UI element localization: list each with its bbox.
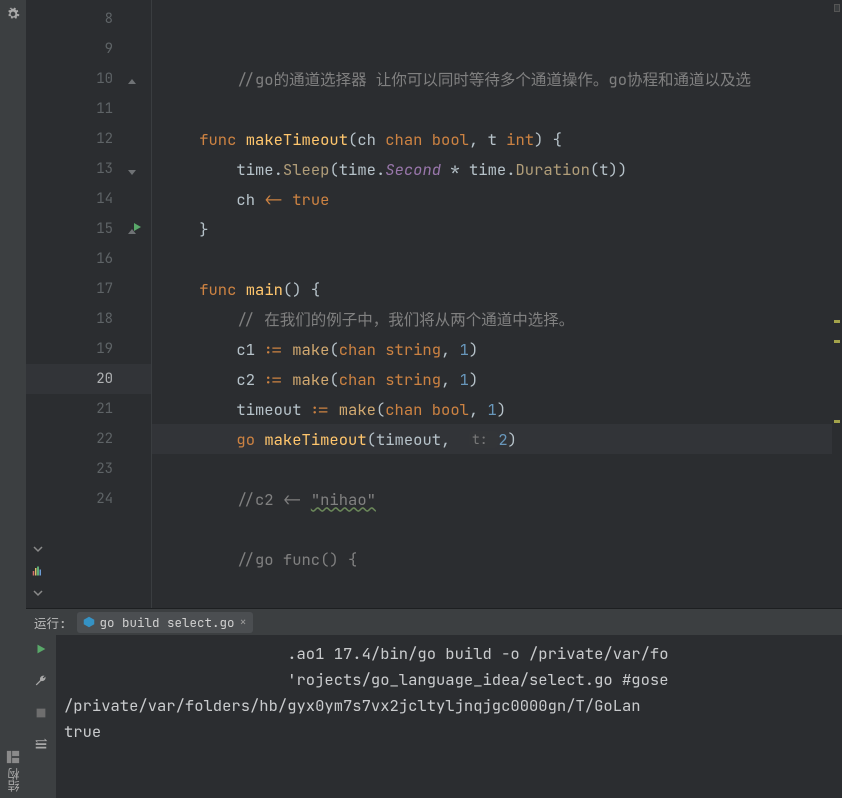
code-line[interactable]: //go的通道选择器 让你可以同时等待多个通道操作。go协程和通道以及选: [152, 64, 842, 94]
run-config-tab[interactable]: go build select.go ×: [77, 612, 253, 633]
line-number[interactable]: 23: [26, 454, 151, 484]
line-number[interactable]: 10: [26, 64, 151, 94]
fold-close-icon[interactable]: [127, 164, 137, 174]
code-line[interactable]: func main() {: [152, 274, 842, 304]
line-number[interactable]: 13: [26, 154, 151, 184]
structure-tab[interactable]: 结构: [5, 744, 22, 798]
chevron-down-icon[interactable]: [32, 584, 44, 604]
analyze-icon[interactable]: [32, 562, 44, 582]
line-number[interactable]: 9: [26, 34, 151, 64]
line-number[interactable]: 11: [26, 94, 151, 124]
run-gutter-icon[interactable]: [131, 220, 143, 238]
gear-icon[interactable]: [6, 6, 20, 26]
code-line[interactable]: [152, 454, 842, 484]
code-line[interactable]: [152, 94, 842, 124]
code-line[interactable]: ch <- true: [152, 184, 842, 214]
layout-icon[interactable]: [34, 737, 48, 757]
code-line[interactable]: go makeTimeout(timeout, t: 2): [152, 424, 842, 454]
code-editor[interactable]: 89101112131415161718192021222324 /: [26, 0, 842, 608]
stop-icon[interactable]: [34, 705, 48, 725]
code-line[interactable]: timeout := make(chan bool, 1): [152, 394, 842, 424]
rerun-icon[interactable]: [34, 641, 48, 661]
code-line[interactable]: func makeTimeout(ch chan bool, t int) {: [152, 124, 842, 154]
close-icon[interactable]: ×: [240, 614, 247, 630]
fold-open-icon[interactable]: [127, 74, 137, 84]
code-body[interactable]: //go的通道选择器 让你可以同时等待多个通道操作。go协程和通道以及选 fun…: [152, 0, 842, 608]
code-line[interactable]: [152, 244, 842, 274]
run-config-tab-label: go build select.go: [100, 614, 235, 631]
code-line[interactable]: //c2 <- "nihao": [152, 484, 842, 514]
code-line[interactable]: c2 := make(chan string, 1): [152, 364, 842, 394]
gutter[interactable]: 89101112131415161718192021222324: [26, 0, 152, 608]
line-number[interactable]: 15: [26, 214, 151, 244]
code-line[interactable]: [152, 514, 842, 544]
code-line[interactable]: //go func() {: [152, 544, 842, 574]
line-number[interactable]: 14: [26, 184, 151, 214]
chevron-down-icon[interactable]: [32, 540, 44, 560]
line-number[interactable]: 21: [26, 394, 151, 424]
structure-tab-label: 结构: [5, 768, 22, 792]
line-number[interactable]: 17: [26, 274, 151, 304]
gutter-bottom-controls: [32, 540, 44, 604]
line-number[interactable]: 19: [26, 334, 151, 364]
line-number[interactable]: 8: [26, 4, 151, 34]
run-panel: 运行: go build select.go × .ao1 17.4/bin/g…: [26, 608, 842, 798]
code-line[interactable]: time.Sleep(time.Second * time.Duration(t…: [152, 154, 842, 184]
run-panel-title: 运行:: [34, 613, 67, 632]
tool-strip: 结构: [0, 0, 26, 798]
code-line[interactable]: }: [152, 214, 842, 244]
line-number[interactable]: 20: [26, 364, 151, 394]
run-output[interactable]: .ao1 17.4/bin/go build -o /private/var/f…: [56, 635, 842, 798]
wrench-icon[interactable]: [34, 673, 48, 693]
run-panel-header: 运行: go build select.go ×: [26, 609, 842, 635]
code-line[interactable]: c1 := make(chan string, 1): [152, 334, 842, 364]
line-number[interactable]: 18: [26, 304, 151, 334]
marker-bar[interactable]: [832, 0, 842, 608]
run-tool-buttons: [26, 635, 56, 798]
line-number[interactable]: 22: [26, 424, 151, 454]
line-number[interactable]: 16: [26, 244, 151, 274]
line-number[interactable]: 24: [26, 484, 151, 514]
line-number[interactable]: 12: [26, 124, 151, 154]
code-line[interactable]: // 在我们的例子中，我们将从两个通道中选择。: [152, 304, 842, 334]
